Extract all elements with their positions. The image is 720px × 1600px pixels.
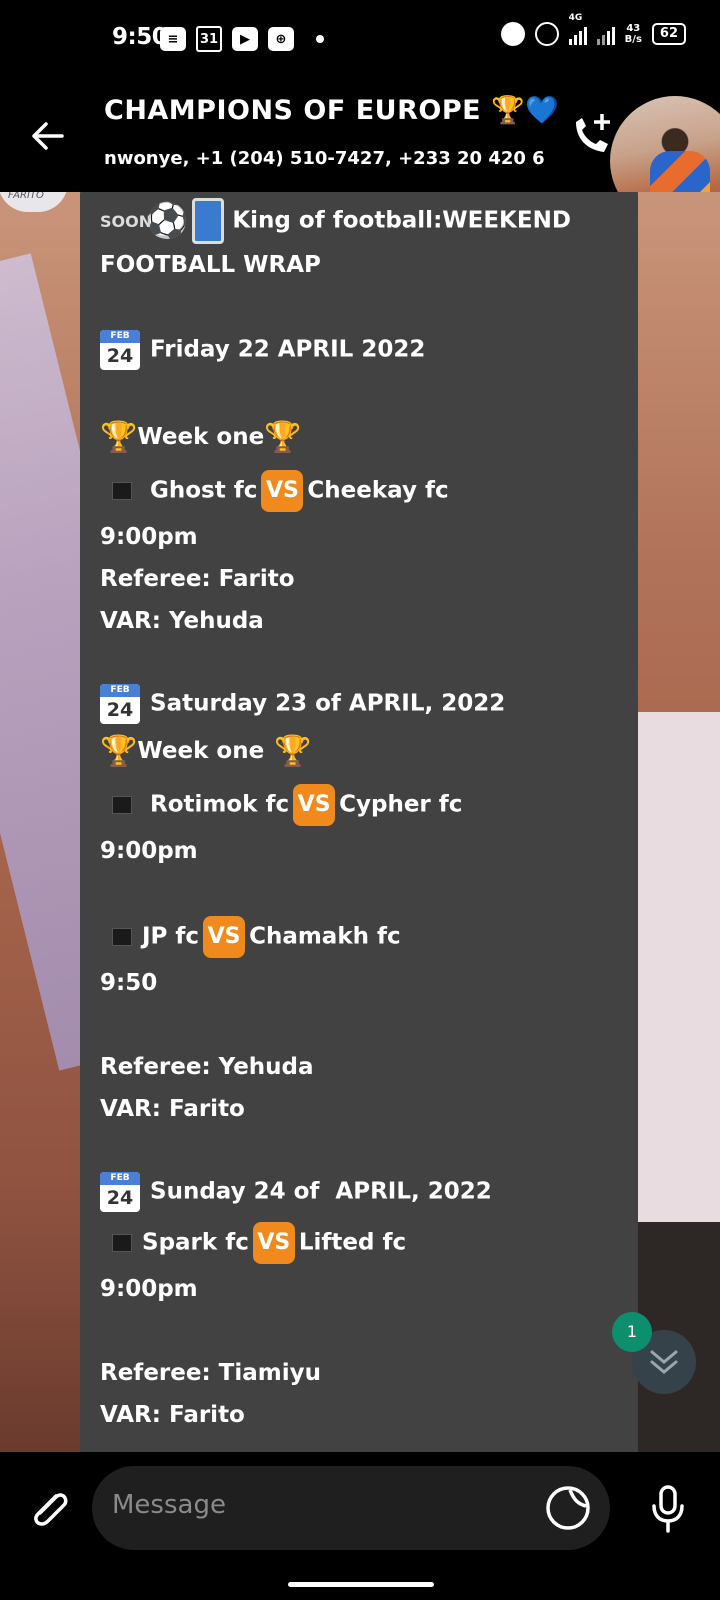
- add-call-icon[interactable]: [566, 110, 616, 160]
- square-bullet-icon: [112, 482, 132, 500]
- day3-date-row: FEB 24 Sunday 24 of APRIL, 2022: [100, 1172, 492, 1212]
- message-input[interactable]: Message: [92, 1466, 610, 1550]
- day3-match-row: Spark fc VS Lifted fc: [100, 1222, 406, 1264]
- logo-text: FARITO: [8, 192, 44, 201]
- vs-icon: VS: [293, 784, 336, 826]
- game-notification-icon: ⊕: [268, 27, 294, 51]
- day3-referee: Referee: Tiamiyu: [100, 1360, 321, 1386]
- day2-match1-time: 9:00pm: [100, 838, 198, 864]
- signal-icon: 4G: [568, 13, 587, 45]
- vs-icon: VS: [261, 470, 304, 512]
- message-notification-icon: ≡: [160, 27, 186, 51]
- day1-var: VAR: Yehuda: [100, 608, 264, 634]
- intro-text: King of football:WEEKEND: [232, 207, 571, 234]
- day2-var: VAR: Farito: [100, 1096, 245, 1122]
- day2-match1-row: Rotimok fc VS Cypher fc: [100, 784, 462, 826]
- day2-referee: Referee: Yehuda: [100, 1054, 314, 1080]
- more-notifications-dot: [316, 35, 324, 43]
- day3-away-team: Lifted fc: [298, 1229, 407, 1256]
- trophy-icon: 🏆: [100, 420, 138, 455]
- composer-bar: Message: [0, 1452, 720, 1600]
- day2-match2-time: 9:50: [100, 970, 158, 996]
- notification-icons: ≡ 31 ▶ ⊕: [160, 26, 324, 52]
- day3-time: 9:00pm: [100, 1276, 198, 1302]
- calendar-icon-month: FEB: [100, 1172, 140, 1185]
- calendar-icon: FEB 24: [100, 684, 140, 724]
- day2-week-row: 🏆Week one 🏆: [100, 734, 312, 769]
- day2-match1-away: Cypher fc: [339, 791, 463, 818]
- day1-time: 9:00pm: [100, 524, 198, 550]
- message-placeholder: Message: [112, 1490, 226, 1520]
- square-bullet-icon: [112, 928, 132, 946]
- calendar-icon: FEB 24: [100, 330, 140, 370]
- system-icons: 4G 43 B/s 62: [500, 13, 686, 46]
- day2-week: Week one: [137, 738, 265, 764]
- wallpaper-logo: FARITO: [0, 192, 68, 212]
- net-speed: 43 B/s: [625, 23, 642, 45]
- chat-background: FARITO SOON⚽ King of football:WEEKEND FOO…: [0, 192, 720, 1452]
- day1-home-team: Ghost fc: [150, 477, 258, 504]
- day2-match2-away: Chamakh fc: [249, 923, 401, 950]
- day2-date-row: FEB 24 Saturday 23 of APRIL, 2022: [100, 684, 505, 724]
- day3-home-team: Spark fc: [142, 1229, 249, 1256]
- chat-header[interactable]: CHAMPIONS OF EUROPE 🏆💙 nwonye, +1 (204) …: [0, 80, 720, 226]
- net-speed-unit: B/s: [624, 34, 642, 45]
- net-speed-value: 43: [626, 23, 641, 34]
- soon-arrow-icon: SOON: [100, 211, 153, 231]
- day2-match2-row: JP fc VS Chamakh fc: [100, 916, 401, 958]
- network-type: 4G: [568, 13, 583, 23]
- calendar-icon-day: 24: [106, 345, 134, 367]
- vs-icon: VS: [203, 916, 246, 958]
- youtube-notification-icon: ▶: [232, 27, 258, 51]
- group-title[interactable]: CHAMPIONS OF EUROPE 🏆💙: [104, 94, 559, 126]
- day2-match1-home: Rotimok fc: [150, 791, 290, 818]
- status-bar: 9:50 ≡ 31 ▶ ⊕ 4G 43 B/s 62: [0, 0, 720, 80]
- soccer-ball-icon: ⚽: [146, 201, 189, 241]
- day1-date-row: FEB 24 Friday 22 APRIL 2022: [100, 330, 425, 370]
- signal-icon-2: [596, 23, 615, 45]
- calendar-icon: FEB 24: [100, 1172, 140, 1212]
- status-time: 9:50: [112, 24, 168, 50]
- vs-icon: VS: [252, 1222, 295, 1264]
- group-members[interactable]: nwonye, +1 (204) 510-7427, +233 20 420 6…: [104, 148, 544, 169]
- day1-away-team: Cheekay fc: [307, 477, 449, 504]
- unread-count-badge[interactable]: 1: [612, 1312, 652, 1352]
- paperclip-icon[interactable]: [26, 1486, 72, 1532]
- day1-referee: Referee: Farito: [100, 566, 295, 592]
- mobile-phone-icon: [192, 198, 225, 244]
- day3-date: Sunday 24 of APRIL, 2022: [150, 1178, 492, 1205]
- trophy-icon: 🏆: [100, 734, 138, 769]
- day3-var: VAR: Farito: [100, 1402, 245, 1428]
- alarm-icon: [534, 22, 559, 46]
- intro-line-1: SOON⚽ King of football:WEEKEND: [100, 198, 571, 244]
- data-saver-icon: [500, 22, 525, 46]
- back-arrow-icon[interactable]: [26, 114, 70, 158]
- day2-match2-home: JP fc: [142, 923, 200, 950]
- wallpaper-shirt: [630, 712, 720, 1272]
- day1-match-row: Ghost fc VS Cheekay fc: [100, 470, 449, 512]
- sticker-icon[interactable]: [544, 1484, 592, 1532]
- day1-week: Week one: [137, 424, 265, 450]
- trophy-icon: 🏆: [274, 734, 312, 769]
- calendar-icon-month: FEB: [100, 330, 140, 343]
- calendar-notification-icon: 31: [196, 26, 222, 52]
- microphone-icon[interactable]: [650, 1484, 686, 1534]
- calendar-icon-month: FEB: [100, 684, 140, 697]
- square-bullet-icon: [112, 796, 132, 814]
- home-indicator[interactable]: [288, 1582, 434, 1587]
- day2-date: Saturday 23 of APRIL, 2022: [150, 690, 506, 717]
- day1-week-row: 🏆Week one🏆: [100, 420, 302, 455]
- intro-line-2: FOOTBALL WRAP: [100, 252, 321, 278]
- day1-date: Friday 22 APRIL 2022: [150, 336, 426, 363]
- calendar-icon-day: 24: [106, 699, 134, 721]
- square-bullet-icon: [112, 1234, 132, 1252]
- calendar-icon-day: 24: [106, 1187, 134, 1209]
- battery-icon: 62: [651, 23, 686, 45]
- trophy-icon: 🏆: [264, 420, 302, 455]
